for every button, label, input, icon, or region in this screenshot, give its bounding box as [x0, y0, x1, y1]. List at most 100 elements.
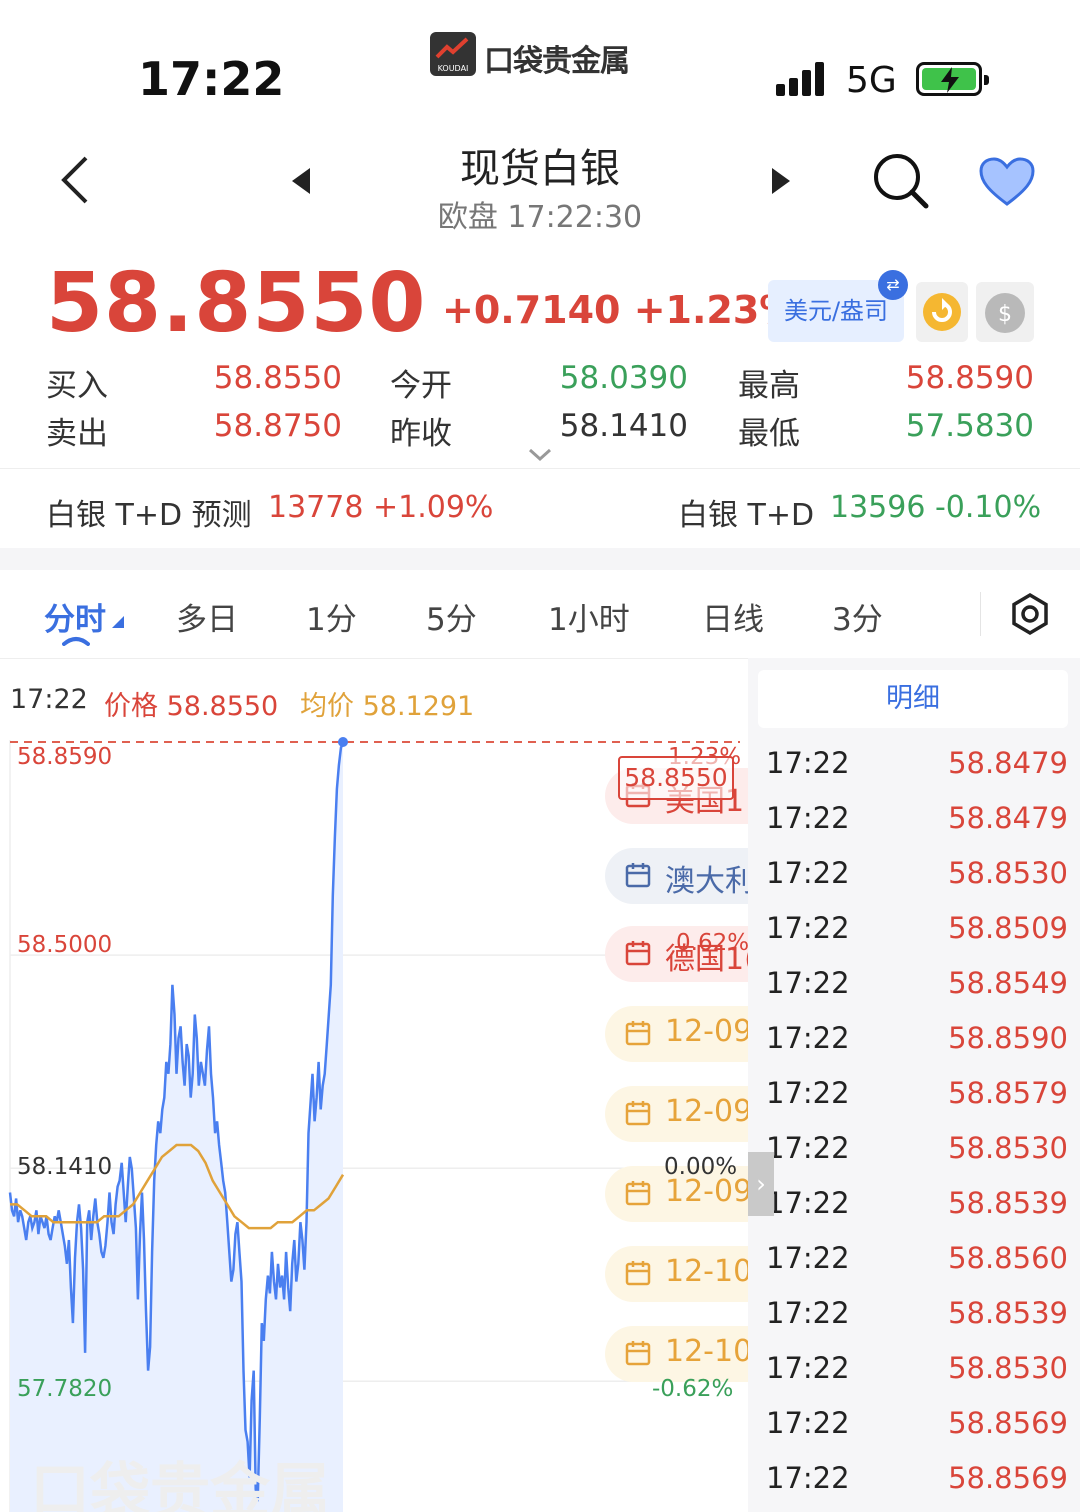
high-value: 58.8590 — [905, 360, 1034, 396]
chart-info-time: 17:22 — [10, 684, 88, 715]
detail-row-time: 17:22 — [766, 1351, 850, 1385]
detail-row-time: 17:22 — [766, 1131, 850, 1165]
detail-row: 17:22 58.8530 — [748, 1345, 1080, 1400]
detail-row: 17:22 58.8560 — [748, 1235, 1080, 1290]
search-icon[interactable] — [872, 152, 930, 210]
detail-row: 17:22 58.8549 — [748, 960, 1080, 1015]
detail-row: 17:22 58.8569 — [748, 1455, 1080, 1510]
tab-1min[interactable]: 1分 — [306, 594, 357, 639]
detail-tab[interactable]: 明细 — [758, 670, 1068, 728]
calendar-icon — [625, 1180, 651, 1206]
favorite-heart-icon[interactable] — [978, 156, 1036, 208]
detail-row-price: 58.8539 — [948, 1296, 1068, 1330]
low-label: 最低 — [738, 416, 800, 452]
section-separator — [0, 548, 1080, 570]
tab-daily[interactable]: 日线 — [702, 594, 764, 639]
battery-icon — [916, 62, 989, 96]
detail-row-price: 58.8530 — [948, 1351, 1068, 1385]
open-value: 58.0390 — [559, 360, 688, 396]
calendar-icon — [625, 1260, 651, 1286]
td-spot-label[interactable]: 白银 T+D — [678, 490, 814, 534]
svg-text:$: $ — [998, 302, 1012, 327]
logo-icon: KOUDAI — [430, 32, 476, 76]
divider — [0, 468, 1080, 469]
watermark: 口袋贵金属 — [30, 1457, 330, 1512]
event-pill[interactable]: 12-09 — [605, 1006, 748, 1062]
event-pill[interactable]: 12-09 — [605, 1086, 748, 1142]
detail-row: 17:22 58.8530 — [748, 1125, 1080, 1180]
app-logo: KOUDAI 口袋贵金属 — [430, 30, 650, 80]
detail-row-price: 58.8539 — [948, 1186, 1068, 1220]
logo-text: 口袋贵金属 — [484, 44, 630, 79]
detail-row-time: 17:22 — [766, 801, 850, 835]
refresh-button[interactable] — [916, 282, 968, 342]
bid-value: 58.8550 — [213, 360, 342, 396]
calendar-icon — [625, 862, 651, 888]
network-label: 5G — [846, 60, 897, 101]
prev-arrow-icon[interactable] — [292, 168, 312, 194]
td-forecast-value[interactable]: 13778 +1.09% — [268, 490, 493, 525]
detail-row-time: 17:22 — [766, 1296, 850, 1330]
event-label: 12-10 — [665, 1254, 748, 1289]
detail-row: 17:22 58.8530 — [748, 850, 1080, 905]
detail-row: 17:22 58.8569 — [748, 1400, 1080, 1455]
detail-row-time: 17:22 — [766, 1461, 850, 1495]
detail-row-price: 58.8479 — [948, 801, 1068, 835]
detail-row-time: 17:22 — [766, 1241, 850, 1275]
ask-label: 卖出 — [46, 416, 108, 452]
market-session: 欧盘 17:22:30 — [437, 200, 643, 235]
event-label: 12-09 — [665, 1094, 748, 1129]
calendar-icon — [625, 1340, 651, 1366]
current-price: 58.8550 — [46, 256, 427, 351]
prev-close-value: 58.1410 — [559, 408, 688, 444]
open-label: 今开 — [390, 368, 452, 404]
tab-intraday[interactable]: 分时 — [44, 594, 106, 639]
next-arrow-icon[interactable] — [770, 168, 790, 194]
expand-chevron-icon[interactable] — [528, 448, 552, 462]
tab-dropdown-icon[interactable] — [112, 616, 124, 628]
detail-row: 17:22 58.8590 — [748, 1015, 1080, 1070]
detail-row: 17:22 58.8479 — [748, 795, 1080, 850]
detail-row: 17:22 58.8479 — [748, 740, 1080, 795]
event-pill[interactable]: 12-10 — [605, 1326, 748, 1382]
detail-row-price: 58.8509 — [948, 911, 1068, 945]
tab-5min[interactable]: 5分 — [426, 594, 477, 639]
event-pill[interactable]: 12-10 — [605, 1246, 748, 1302]
detail-row-time: 17:22 — [766, 856, 850, 890]
detail-row-price: 58.8569 — [948, 1406, 1068, 1440]
y-label-mid: 58.5000 — [17, 932, 113, 958]
event-label: 12-10 — [665, 1334, 748, 1369]
detail-row-price: 58.8560 — [948, 1241, 1068, 1275]
refresh-coin-icon — [923, 293, 961, 331]
settings-icon[interactable] — [1008, 592, 1052, 636]
td-forecast-label[interactable]: 白银 T+D 预测 — [46, 490, 252, 534]
detail-row-time: 17:22 — [766, 1406, 850, 1440]
detail-row: 17:22 58.8539 — [748, 1180, 1080, 1235]
swap-icon[interactable]: ⇄ — [878, 270, 908, 300]
chart-info-price: 价格 58.8550 — [104, 691, 279, 722]
tab-1hour[interactable]: 1小时 — [548, 594, 630, 639]
last-price-dot — [338, 737, 348, 747]
event-pill[interactable]: 澳大利 — [605, 848, 748, 904]
detail-row-price: 58.8479 — [948, 746, 1068, 780]
signal-icon — [776, 62, 824, 96]
detail-row-time: 17:22 — [766, 966, 850, 1000]
detail-row-time: 17:22 — [766, 911, 850, 945]
pct-label-low: -0.62% — [652, 1376, 734, 1402]
detail-row-price: 58.8569 — [948, 1461, 1068, 1495]
detail-row: 17:22 58.8579 — [748, 1070, 1080, 1125]
back-icon[interactable] — [58, 154, 92, 206]
page-title: 现货白银 — [460, 146, 620, 192]
td-spot-value[interactable]: 13596 -0.10% — [830, 490, 1041, 525]
calendar-icon — [625, 1020, 651, 1046]
exchange-button[interactable]: $ — [976, 282, 1034, 342]
event-label: 12-09 — [665, 1014, 748, 1049]
tab-multi-day[interactable]: 多日 — [176, 594, 238, 639]
detail-row-price: 58.8549 — [948, 966, 1068, 1000]
tab-active-indicator — [62, 637, 90, 646]
tab-separator — [980, 592, 981, 636]
collapse-panel-handle[interactable]: › — [748, 1152, 774, 1216]
tab-3min[interactable]: 3分 — [832, 594, 883, 639]
status-time: 17:22 — [138, 52, 285, 106]
calendar-icon — [625, 940, 651, 966]
